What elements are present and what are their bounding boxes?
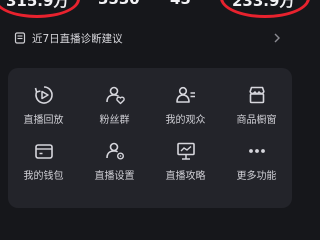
diagnosis-row[interactable]: 近7日直播诊断建议 [14, 28, 286, 48]
tool-live-replay[interactable]: 直播回放 [8, 68, 79, 128]
replay-icon [34, 86, 53, 104]
audience-icon [175, 86, 195, 103]
shop-window-icon [248, 86, 265, 104]
tools-card: 直播回放 粉丝群 我的观众 商品橱窗 我的钱包 直播设置 直播攻略 更多功能 [8, 68, 292, 208]
wallet-icon [34, 144, 53, 159]
tool-label: 更多功能 [236, 171, 277, 182]
tool-shop-window[interactable]: 商品橱窗 [221, 68, 292, 128]
tool-label: 直播攻略 [165, 171, 206, 182]
stat-value-2: 3530 [98, 0, 140, 14]
tool-my-audience[interactable]: 我的观众 [150, 68, 221, 128]
tool-my-wallet[interactable]: 我的钱包 [8, 124, 79, 184]
tool-label: 直播设置 [94, 171, 135, 182]
document-icon [14, 32, 26, 44]
diagnosis-label: 近7日直播诊断建议 [32, 32, 123, 45]
highlight-circle-right [220, 0, 310, 18]
stat-value-3: 45 [170, 0, 191, 14]
chevron-right-icon [274, 33, 280, 43]
tool-live-settings[interactable]: 直播设置 [79, 124, 150, 184]
tool-more-features[interactable]: 更多功能 [221, 124, 292, 184]
more-icon [248, 149, 265, 153]
tool-label: 我的钱包 [23, 171, 64, 182]
tool-live-guide[interactable]: 直播攻略 [150, 124, 221, 184]
guide-icon [176, 142, 195, 160]
settings-icon [105, 142, 124, 160]
tool-fan-group[interactable]: 粉丝群 [79, 68, 150, 128]
fan-group-icon [105, 86, 125, 105]
highlight-circle-left [0, 0, 80, 18]
